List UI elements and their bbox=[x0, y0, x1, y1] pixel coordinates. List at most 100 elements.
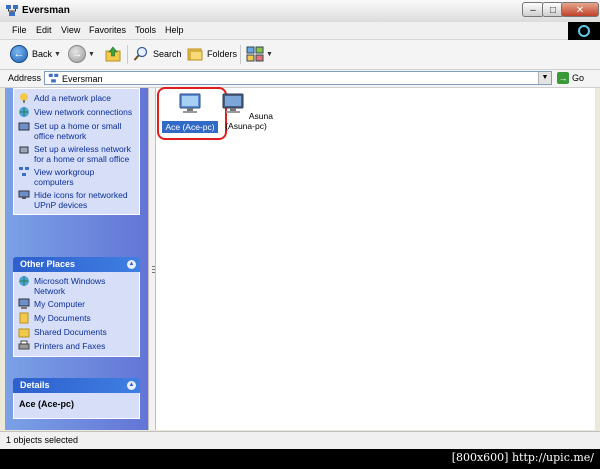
address-input[interactable]: Eversman ▼ bbox=[44, 71, 552, 85]
address-bar: Address Eversman ▼ → Go bbox=[0, 70, 600, 88]
place-label: My Documents bbox=[34, 313, 91, 323]
task-label: Hide icons for networked UPnP devices bbox=[34, 190, 128, 210]
status-bar: 1 objects selected bbox=[0, 431, 600, 449]
chevron-down-icon[interactable]: ▼ bbox=[54, 51, 61, 58]
forward-arrow-icon: → bbox=[68, 45, 86, 63]
status-text: 1 objects selected bbox=[6, 435, 79, 445]
windows-logo bbox=[568, 22, 600, 41]
menu-bar: File Edit View Favorites Tools Help bbox=[0, 22, 600, 40]
details-title: Details bbox=[20, 380, 50, 390]
task-label: Set up a home or small office network bbox=[34, 121, 122, 141]
wireless-icon bbox=[19, 146, 29, 154]
views-icon bbox=[246, 46, 264, 62]
minimize-button[interactable]: – bbox=[522, 2, 544, 17]
place-label: My Computer bbox=[34, 299, 86, 309]
other-places-title: Other Places bbox=[20, 259, 76, 269]
toolbar-separator bbox=[127, 45, 128, 64]
search-icon bbox=[133, 46, 148, 61]
chevron-down-icon[interactable]: ▼ bbox=[266, 51, 273, 58]
search-button[interactable]: Search bbox=[133, 44, 182, 64]
window-title: Eversman bbox=[22, 5, 70, 16]
task-view-workgroup-computers[interactable]: View workgroup computers bbox=[18, 167, 135, 187]
chevron-down-icon[interactable]: ▼ bbox=[538, 72, 551, 84]
place-my-computer[interactable]: My Computer bbox=[18, 298, 135, 310]
address-label: Address bbox=[8, 73, 42, 83]
other-places-panel: Other Places ▲ Microsoft Windows Network… bbox=[13, 257, 140, 357]
title-bar: Eversman – □ ✕ bbox=[0, 0, 600, 23]
place-printers-and-faxes[interactable]: Printers and Faxes bbox=[18, 340, 135, 352]
documents-icon bbox=[19, 312, 29, 324]
menu-edit[interactable]: Edit bbox=[36, 25, 52, 35]
details-item-name: Ace (Ace-pc) bbox=[19, 399, 75, 409]
go-button[interactable]: → Go bbox=[557, 72, 584, 84]
menu-file[interactable]: File bbox=[12, 25, 27, 35]
folders-button[interactable]: Folders bbox=[187, 44, 237, 64]
printer-icon bbox=[18, 340, 30, 350]
chevron-down-icon[interactable]: ▼ bbox=[88, 51, 95, 58]
toolbar-separator bbox=[240, 45, 241, 64]
address-value: Eversman bbox=[62, 74, 103, 84]
task-label: Add a network place bbox=[34, 93, 112, 103]
details-panel: Details ▲ Ace (Ace-pc) bbox=[13, 378, 140, 419]
views-button[interactable]: ▼ bbox=[246, 44, 273, 64]
search-label: Search bbox=[153, 49, 182, 59]
place-label: Printers and Faxes bbox=[34, 341, 106, 351]
place-windows-network[interactable]: Microsoft Windows Network bbox=[18, 276, 135, 296]
menu-favorites[interactable]: Favorites bbox=[89, 25, 126, 35]
folders-label: Folders bbox=[207, 49, 238, 59]
task-view-network-connections[interactable]: View network connections bbox=[18, 107, 135, 118]
close-button[interactable]: ✕ bbox=[561, 2, 599, 17]
collapse-icon[interactable]: ▲ bbox=[127, 381, 136, 390]
details-body: Ace (Ace-pc) bbox=[13, 393, 140, 419]
task-hide-upnp-icons[interactable]: Hide icons for networked UPnP devices bbox=[18, 190, 135, 210]
file-view: Ace (Ace-pc) Asuna (Asuna-pc) bbox=[156, 87, 595, 430]
task-setup-home-network[interactable]: Set up a home or small office network bbox=[18, 121, 135, 141]
computer-icon bbox=[222, 93, 244, 113]
details-header[interactable]: Details ▲ bbox=[13, 378, 140, 393]
forward-button[interactable]: → ▼ bbox=[68, 44, 95, 64]
task-add-network-place[interactable]: Add a network place bbox=[18, 93, 135, 104]
shared-folder-icon bbox=[18, 328, 30, 338]
upnp-icon bbox=[18, 190, 30, 199]
up-folder-icon bbox=[105, 46, 121, 62]
back-button[interactable]: ← Back ▼ bbox=[10, 44, 61, 64]
add-place-icon bbox=[20, 93, 28, 103]
other-places-header[interactable]: Other Places ▲ bbox=[13, 257, 140, 272]
place-label: Shared Documents bbox=[34, 327, 107, 337]
splitter-grip[interactable] bbox=[152, 266, 155, 274]
collapse-icon[interactable]: ▲ bbox=[127, 260, 136, 269]
menu-tools[interactable]: Tools bbox=[135, 25, 156, 35]
toolbar: ← Back ▼ → ▼ Search Folders ▼ bbox=[0, 40, 600, 70]
task-pane: Add a network place View network connect… bbox=[5, 88, 148, 430]
network-icon bbox=[6, 5, 18, 16]
workgroup-icon bbox=[19, 167, 29, 176]
task-label: Set up a wireless network for a home or … bbox=[34, 144, 131, 164]
network-icon bbox=[48, 73, 59, 83]
pane-splitter[interactable] bbox=[148, 88, 156, 430]
place-label: Microsoft Windows Network bbox=[34, 276, 106, 296]
other-places-list: Microsoft Windows Network My Computer My… bbox=[13, 272, 140, 357]
up-button[interactable] bbox=[104, 44, 122, 64]
go-arrow-icon: → bbox=[557, 72, 569, 84]
watermark: [800x600] http://upic.me/ bbox=[451, 451, 594, 464]
task-label: View network connections bbox=[34, 107, 133, 117]
home-network-icon bbox=[18, 122, 30, 131]
back-arrow-icon: ← bbox=[10, 45, 28, 63]
menu-view[interactable]: View bbox=[61, 25, 80, 35]
network-tasks-list: Add a network place View network connect… bbox=[13, 88, 140, 215]
globe-icon bbox=[19, 276, 29, 286]
logo-icon bbox=[578, 25, 590, 37]
folders-icon bbox=[187, 48, 203, 61]
task-setup-wireless-network[interactable]: Set up a wireless network for a home or … bbox=[18, 144, 135, 164]
back-label: Back bbox=[32, 49, 53, 59]
menu-help[interactable]: Help bbox=[165, 25, 184, 35]
place-my-documents[interactable]: My Documents bbox=[18, 312, 135, 324]
task-label: View workgroup computers bbox=[34, 167, 95, 187]
go-label: Go bbox=[572, 73, 585, 83]
network-tasks-panel: Add a network place View network connect… bbox=[13, 88, 140, 215]
explorer-window: Eversman – □ ✕ File Edit View Favorites … bbox=[0, 0, 600, 449]
place-shared-documents[interactable]: Shared Documents bbox=[18, 327, 135, 338]
computer-icon bbox=[18, 298, 30, 309]
globe-icon bbox=[19, 107, 29, 117]
computer-item-asuna[interactable]: Asuna (Asuna-pc) bbox=[213, 92, 279, 131]
